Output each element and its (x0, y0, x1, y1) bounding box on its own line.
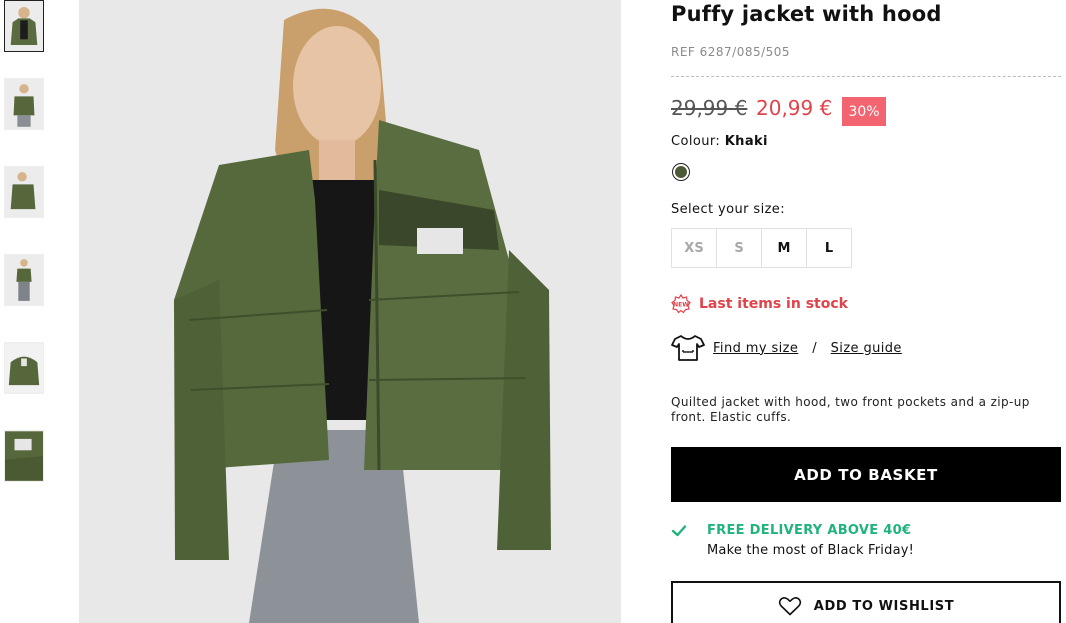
thumbnail-6[interactable] (4, 430, 44, 482)
check-icon (671, 525, 687, 537)
thumbnail-1[interactable] (4, 0, 44, 52)
product-title: Puffy jacket with hood (671, 2, 942, 26)
main-product-image[interactable] (79, 0, 621, 623)
divider (671, 76, 1061, 77)
size-selector: XS S M L (671, 228, 852, 268)
original-price: 29,99 € (671, 96, 748, 120)
product-reference: REF 6287/085/505 (671, 45, 791, 59)
wishlist-label: ADD TO WISHLIST (813, 598, 955, 614)
separator: / (812, 340, 817, 356)
stock-notice: NEW Last items in stock (671, 294, 848, 314)
size-guide-link[interactable]: Size guide (831, 341, 902, 356)
product-page: Puffy jacket with hood REF 6287/085/505 … (0, 0, 1066, 623)
size-option-xs[interactable]: XS (671, 228, 717, 268)
thumbnail-2[interactable] (4, 78, 44, 130)
size-option-l[interactable]: L (806, 228, 852, 268)
colour-label: Colour: (671, 134, 721, 149)
thumbnail-4[interactable] (4, 254, 44, 306)
delivery-subtitle: Make the most of Black Friday! (707, 543, 915, 558)
tshirt-icon (671, 335, 705, 361)
add-to-wishlist-button[interactable]: ADD TO WISHLIST (671, 581, 1061, 623)
find-my-size-link[interactable]: Find my size (713, 341, 798, 356)
delivery-title: FREE DELIVERY ABOVE 40€ (707, 523, 912, 538)
colour-value: Khaki (724, 134, 768, 149)
size-option-m[interactable]: M (761, 228, 807, 268)
heart-icon (778, 597, 801, 616)
swatch-fill (675, 166, 687, 178)
discount-badge: 30% (842, 97, 886, 126)
size-label: Select your size: (671, 202, 785, 217)
add-to-basket-button[interactable]: ADD TO BASKET (671, 447, 1061, 502)
size-option-s[interactable]: S (716, 228, 762, 268)
thumbnail-3[interactable] (4, 166, 44, 218)
svg-text:NEW: NEW (673, 302, 689, 309)
stock-text: Last items in stock (699, 296, 848, 312)
new-badge-icon: NEW (671, 294, 691, 314)
size-help-row: Find my size / Size guide (671, 334, 902, 362)
colour-swatch-khaki[interactable] (672, 163, 690, 181)
product-description: Quilted jacket with hood, two front pock… (671, 395, 1030, 424)
colour-row: Colour: Khaki (671, 134, 768, 149)
thumbnail-5[interactable] (4, 342, 44, 394)
sale-price: 20,99 € (756, 96, 833, 120)
